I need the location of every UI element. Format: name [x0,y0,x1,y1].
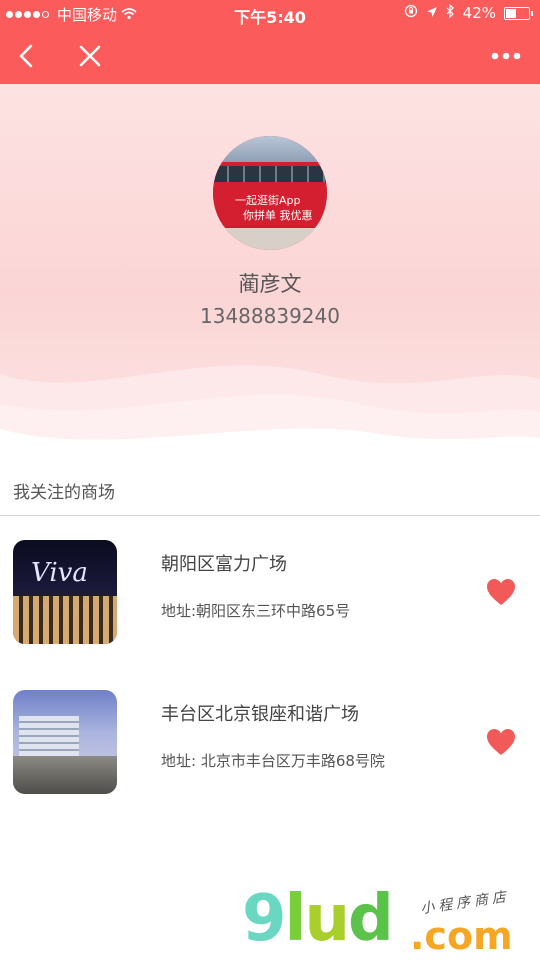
chevron-left-icon [19,44,33,68]
watermark-brand: 9lud [242,882,394,956]
more-button[interactable] [488,38,524,74]
section-title: 我关注的商场 [13,483,115,503]
status-bar: 中国移动 下午5:40 42% [0,0,540,28]
mall-thumbnail: Viva [13,540,117,644]
mall-list-item[interactable]: Viva 朝阳区富力广场 地址:朝阳区东三环中路65号 [0,538,540,648]
watermark-logo: 9lud 小程序商店 .com [0,870,540,960]
location-icon [426,4,438,22]
user-name: 蔺彦文 [238,272,302,296]
user-phone: 13488839240 [200,304,340,328]
wave-decoration [0,365,540,464]
battery-percent: 42% [462,4,496,22]
avatar-text-line2: 你拼单 我优惠 [243,209,313,222]
mall-sign-text: Viva [31,558,88,588]
mall-address: 地址:朝阳区东三环中路65号 [161,602,351,620]
battery-icon [504,6,533,20]
mall-name: 朝阳区富力广场 [161,554,287,575]
top-bar: 中国移动 下午5:40 42% [0,0,540,84]
mall-list-item[interactable]: 丰台区北京银座和谐广场 地址: 北京市丰台区万丰路68号院 [0,688,540,798]
more-horizontal-icon [491,52,521,60]
status-right: 42% [404,3,533,22]
close-icon [79,45,101,67]
avatar-text-line1: 一起逛街App [235,194,301,207]
mall-name: 丰台区北京银座和谐广场 [161,704,359,725]
mall-thumbnail [13,690,117,794]
avatar[interactable]: 一起逛街App 你拼单 我优惠 [213,136,327,250]
profile-header: 一起逛街App 你拼单 我优惠 蔺彦文 13488839240 [0,84,540,464]
bluetooth-icon [446,3,455,22]
nav-bar [0,28,540,84]
orientation-lock-icon [404,4,418,22]
divider [0,515,540,516]
heart-icon[interactable] [486,728,516,756]
close-button[interactable] [72,38,108,74]
heart-icon[interactable] [486,578,516,606]
watermark-dotcom: .com [410,914,513,958]
mall-address: 地址: 北京市丰台区万丰路68号院 [161,752,385,770]
back-button[interactable] [8,38,44,74]
